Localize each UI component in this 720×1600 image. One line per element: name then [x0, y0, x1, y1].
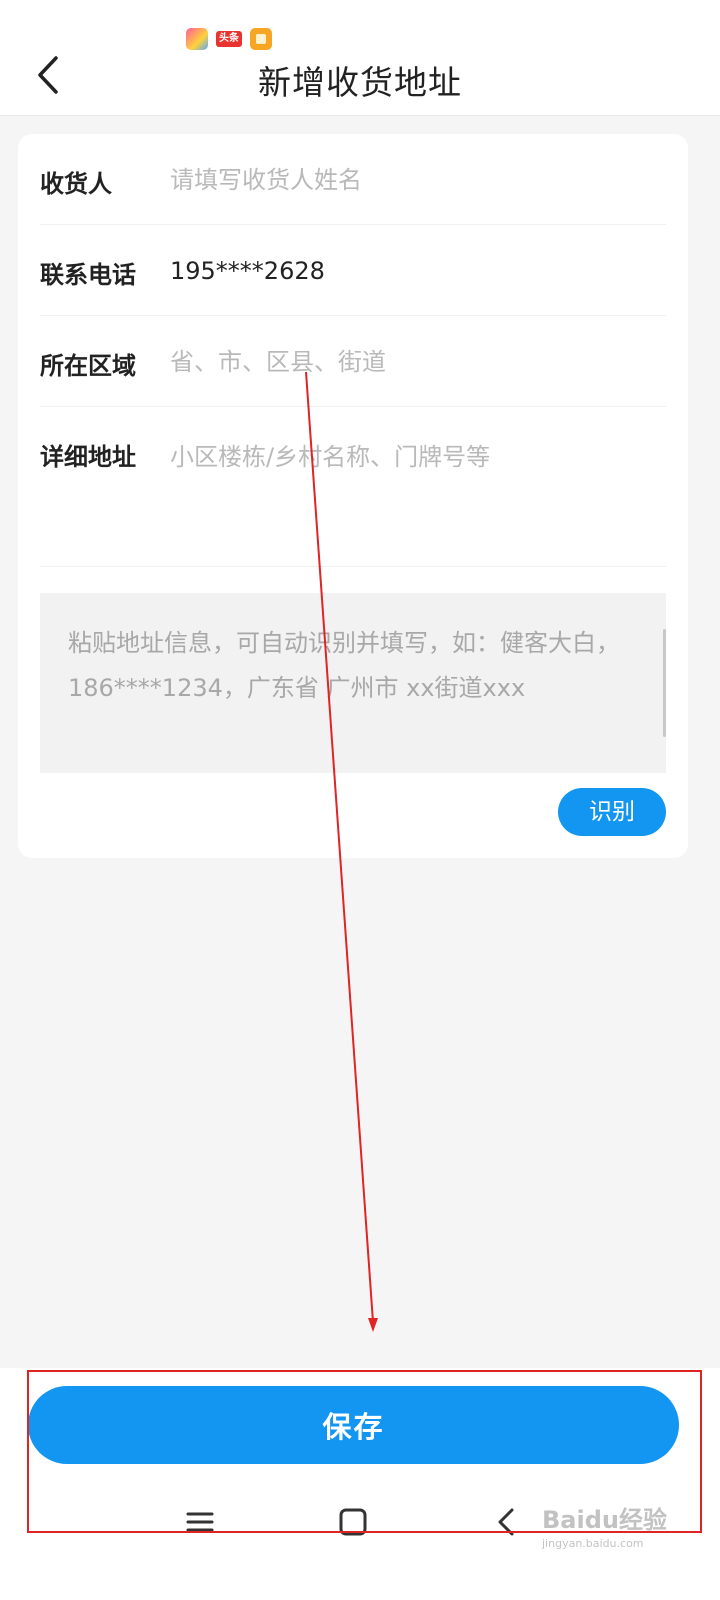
recipient-input[interactable]: [170, 164, 666, 196]
recognize-button[interactable]: 识别: [558, 788, 666, 836]
phone-input[interactable]: [170, 255, 666, 287]
top-bar: 头条 新增收货地址: [0, 0, 720, 116]
address-form-card: 收货人 联系电话 所在区域 详细地址 识别: [18, 134, 688, 858]
detail-address-row: 详细地址: [40, 407, 666, 567]
status-icons: 头条: [186, 28, 272, 50]
paste-box-scrollbar[interactable]: [663, 629, 666, 737]
region-row[interactable]: 所在区域: [40, 316, 666, 407]
phone-row: 联系电话: [40, 225, 666, 316]
detail-address-label: 详细地址: [40, 443, 136, 471]
paste-address-input[interactable]: [40, 593, 666, 773]
detail-address-input[interactable]: [170, 437, 666, 547]
toutiao-icon: 头条: [216, 31, 242, 47]
watermark-sub: jingyan.baidu.com: [542, 1537, 644, 1550]
watermark-main: Baidu经验: [542, 1506, 667, 1534]
watermark: Baidu经验 jingyan.baidu.com: [542, 1500, 712, 1560]
notes-icon: [250, 28, 272, 50]
colorful-app-icon: [186, 28, 208, 50]
region-input[interactable]: [170, 346, 666, 378]
recipient-label: 收货人: [40, 170, 112, 198]
recipient-row: 收货人: [40, 134, 666, 225]
page: 头条 新增收货地址 收货人 联系电话 所在区域 详细地址 识别: [0, 0, 720, 1600]
region-label: 所在区域: [40, 352, 136, 380]
page-title: 新增收货地址: [258, 63, 462, 102]
phone-label: 联系电话: [40, 261, 136, 289]
